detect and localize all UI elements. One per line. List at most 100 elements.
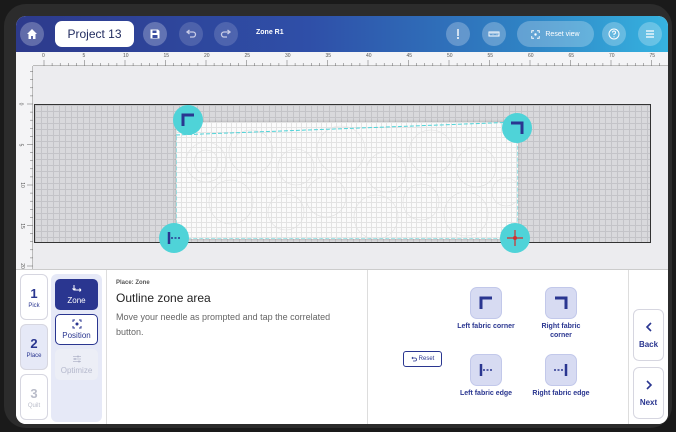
- ruler-tick-label: 55: [487, 53, 494, 59]
- crosshair-icon: [507, 230, 523, 246]
- corner-button-label: Left fabric corner: [457, 323, 515, 330]
- step-pick-button[interactable]: 1 Pick: [20, 274, 48, 320]
- needle-position-marker[interactable]: [500, 223, 530, 253]
- divider: [106, 270, 107, 424]
- substep-panel: Zone Position Optimize: [51, 274, 102, 422]
- ruler-corner: [16, 52, 33, 66]
- undo-icon: [185, 29, 197, 38]
- substep-label: Optimize: [60, 366, 93, 375]
- right-edge-box: [545, 354, 577, 386]
- substep-position-button[interactable]: Position: [55, 314, 98, 345]
- instruction-heading: Place: Zone: [116, 280, 150, 286]
- ruler-tick-label: 50: [447, 53, 453, 59]
- top-toolbar: Project 13 Zone R1 Reset view: [16, 16, 668, 52]
- ruler-tick-label: 35: [325, 53, 332, 59]
- save-icon: [150, 29, 160, 39]
- left-edge-icon: [479, 364, 493, 376]
- left-fabric-corner-button[interactable]: Left fabric corner: [451, 287, 521, 331]
- ruler-button[interactable]: [482, 22, 506, 46]
- project-name-button[interactable]: Project 13: [55, 21, 134, 47]
- position-icon: [72, 319, 81, 329]
- ruler-tick-label: 0: [17, 102, 24, 106]
- reset-button[interactable]: Reset: [403, 351, 442, 367]
- back-label: Back: [638, 339, 659, 349]
- help-icon: [608, 28, 620, 40]
- right-fabric-edge-button[interactable]: Right fabric edge: [526, 354, 596, 398]
- ruler-tick-label: 70: [609, 53, 615, 59]
- step-label: Quilt: [27, 402, 41, 409]
- device-frame: Project 13 Zone R1 Reset view 0 5 10 15 …: [4, 4, 672, 428]
- undo-icon: [411, 356, 417, 362]
- ruler-tick-label: 30: [285, 53, 291, 59]
- chevron-left-icon: [645, 321, 652, 332]
- ruler-tick-label: 15: [18, 222, 25, 229]
- corner-button-label: Left fabric edge: [459, 390, 513, 397]
- ruler-tick-label: 25: [244, 53, 251, 59]
- fabric-area: [176, 122, 518, 239]
- reset-label: Reset: [418, 356, 435, 362]
- left-corner-icon: [479, 296, 492, 309]
- menu-button[interactable]: [638, 22, 662, 46]
- substep-label: Zone: [67, 296, 86, 305]
- ruler-tick-label: 5: [17, 143, 24, 146]
- home-icon: [27, 29, 37, 39]
- ruler-tick-label: 15: [163, 53, 170, 59]
- zone-outline: [176, 122, 518, 239]
- quilting-canvas[interactable]: 0 5 10 15 20 25 30 35 40 45 50 55 60 65 70 75 0 5 10 15 20: [16, 52, 668, 269]
- left-ruler: [16, 66, 33, 269]
- right-corner-box: [545, 287, 577, 319]
- back-button[interactable]: Back: [633, 309, 664, 361]
- ruler-tick-label: 65: [568, 53, 575, 59]
- right-corner-icon: [511, 121, 524, 134]
- undo-button[interactable]: [179, 22, 203, 46]
- ruler-tick-label: 0: [42, 53, 45, 59]
- ruler-icon: [488, 31, 500, 37]
- substep-zone-button[interactable]: Zone: [55, 279, 98, 310]
- needle-button[interactable]: [446, 22, 470, 46]
- redo-icon: [220, 29, 232, 38]
- left-corner-box: [470, 287, 502, 319]
- ruler-tick-label: 75: [649, 53, 656, 59]
- left-edge-handle[interactable]: [159, 223, 189, 253]
- ruler-tick-label: 10: [123, 53, 129, 59]
- zone-icon: [71, 285, 81, 292]
- step-number: 3: [30, 385, 38, 401]
- chevron-right-icon: [645, 379, 652, 390]
- ruler-tick-label: 45: [406, 53, 413, 59]
- step-quilt-button[interactable]: 3 Quilt: [20, 374, 48, 420]
- left-fabric-edge-button[interactable]: Left fabric edge: [451, 354, 521, 398]
- next-label: Next: [639, 397, 658, 407]
- left-corner-handle[interactable]: [173, 105, 203, 135]
- right-fabric-corner-button[interactable]: Right fabric corner: [526, 287, 596, 340]
- reset-view-button[interactable]: Reset view: [517, 21, 594, 47]
- reset-view-icon: [531, 29, 541, 39]
- substep-optimize-button[interactable]: Optimize: [55, 349, 98, 380]
- zone-label: Zone R1: [256, 29, 284, 36]
- next-button[interactable]: Next: [633, 367, 664, 419]
- left-edge-box: [470, 354, 502, 386]
- instruction-body: Move your needle as prompted and tap the…: [116, 312, 331, 337]
- left-corner-icon: [181, 113, 194, 126]
- ruler-tick-label: 20: [204, 53, 210, 59]
- home-button[interactable]: [20, 22, 44, 46]
- divider: [628, 270, 629, 424]
- needle-icon: [457, 29, 459, 39]
- ruler-tick-label: 10: [18, 182, 25, 188]
- right-edge-icon: [554, 364, 568, 376]
- step-place-button[interactable]: 2 Place: [20, 324, 48, 370]
- step-number: 2: [30, 335, 38, 351]
- menu-icon: [646, 30, 654, 38]
- left-edge-icon: [167, 232, 181, 244]
- sliders-icon: [72, 355, 81, 363]
- redo-button[interactable]: [214, 22, 238, 46]
- step-label: Pick: [28, 302, 40, 309]
- reset-view-label: Reset view: [545, 30, 580, 38]
- save-button[interactable]: [143, 22, 167, 46]
- divider: [367, 270, 368, 424]
- corner-button-label: Right fabric edge: [532, 390, 590, 397]
- right-corner-handle[interactable]: [502, 113, 532, 143]
- ruler-tick-label: 40: [366, 53, 372, 59]
- step-number: 1: [30, 285, 38, 301]
- help-button[interactable]: [602, 22, 626, 46]
- corner-button-label: Right fabric corner: [541, 323, 581, 339]
